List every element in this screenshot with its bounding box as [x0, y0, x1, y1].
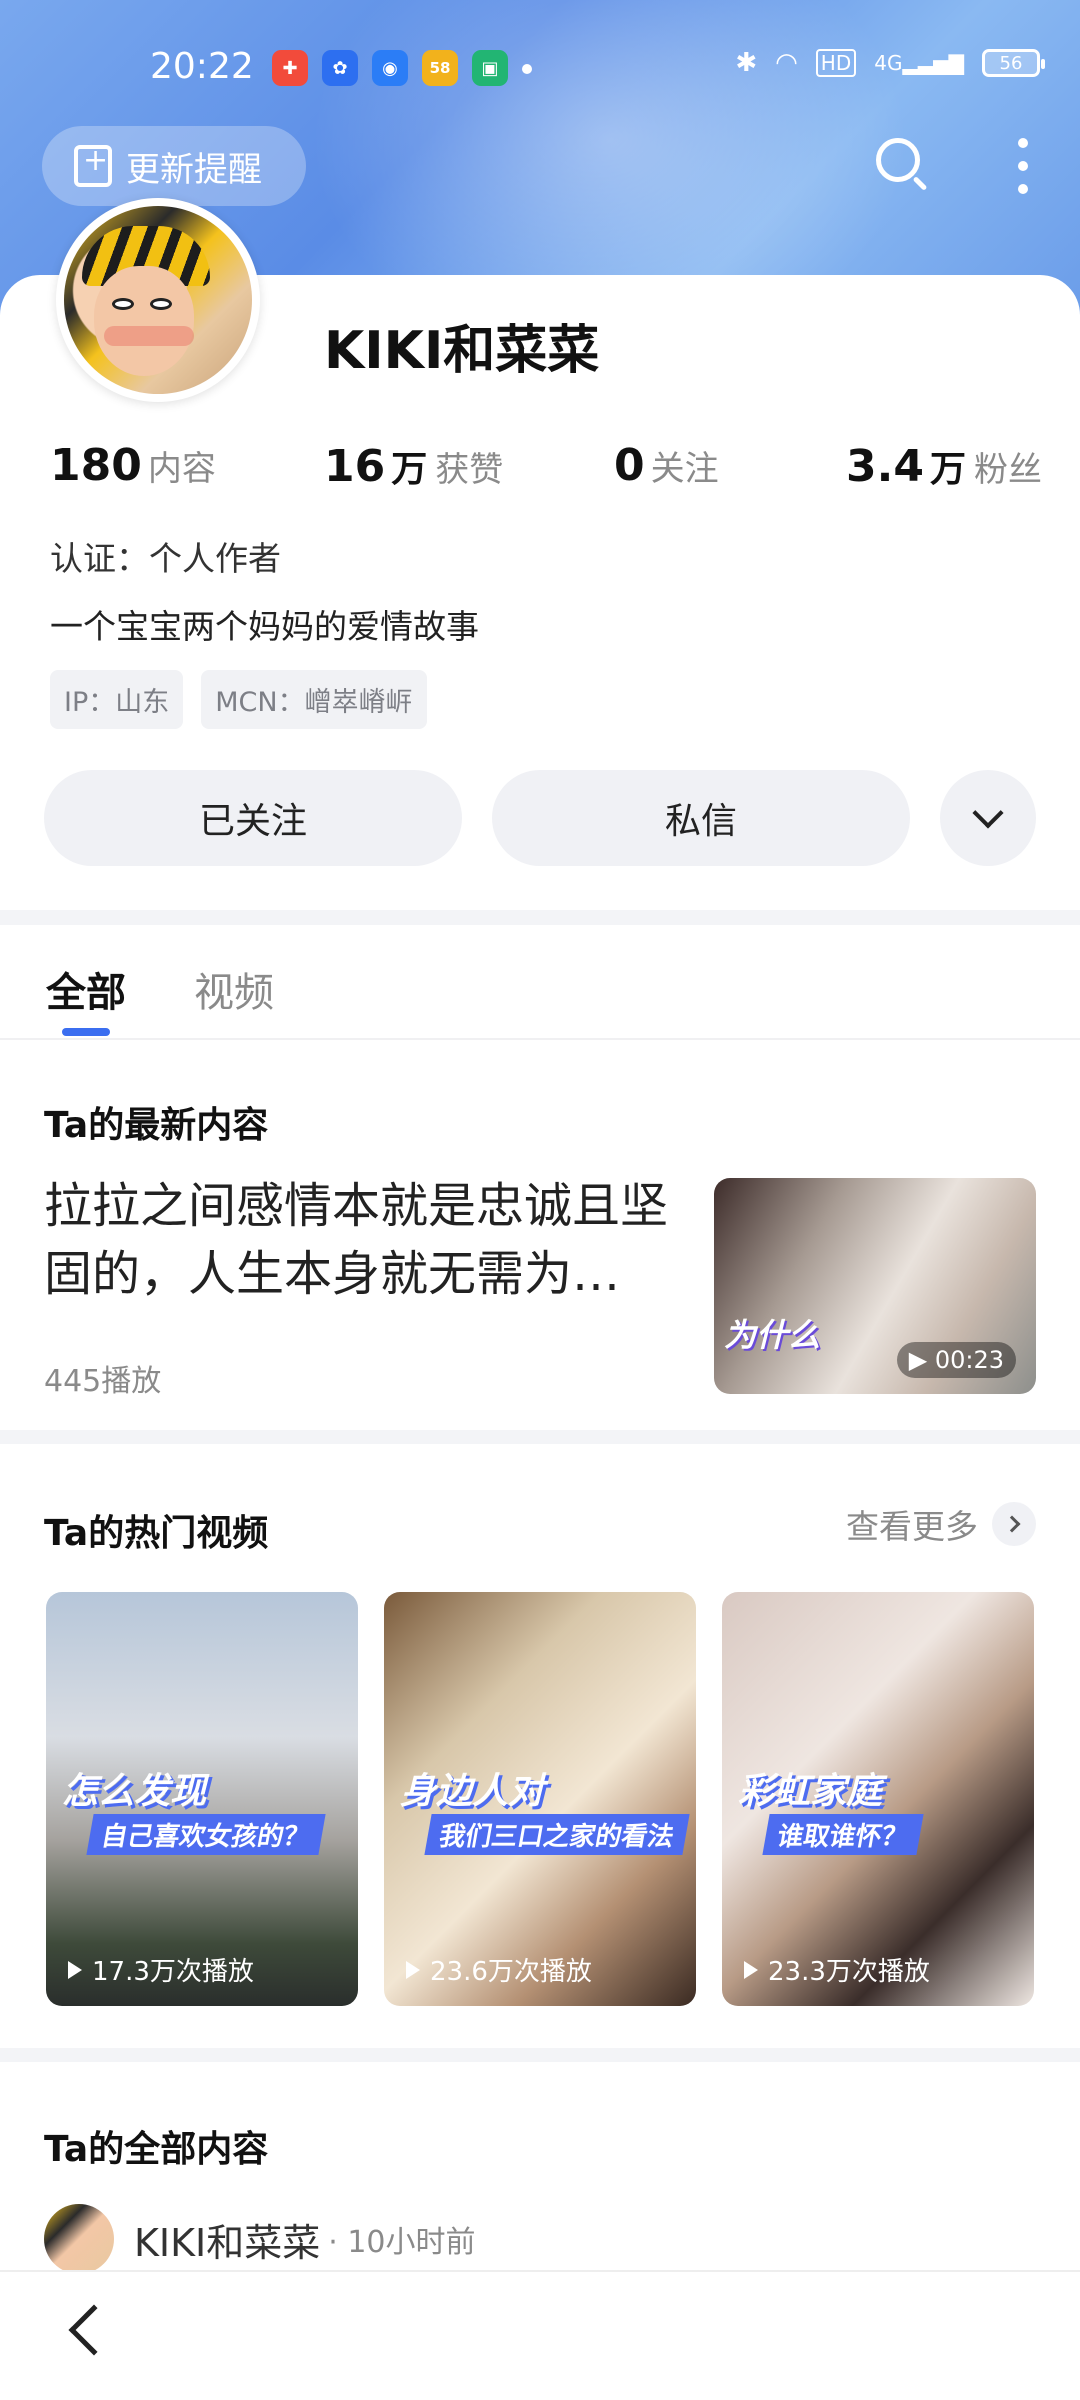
update-reminder-label: 更新提醒 [126, 149, 262, 190]
active-tab-indicator [62, 1028, 110, 1036]
chevron-down-icon [972, 797, 1004, 829]
app1-icon: ✚ [272, 50, 308, 86]
signal-icon: 4G▂▃▅▇ [874, 51, 964, 75]
app-green-icon: ▣ [472, 50, 508, 86]
latest-post-plays: 445播放 [44, 1364, 162, 1399]
all-content-title: Ta的全部内容 [44, 2129, 269, 2170]
status-time: 20:22 [150, 46, 254, 87]
video-caption-sub: 谁取谁怀？ [762, 1814, 924, 1855]
certification-text: 认证：个人作者 [50, 539, 281, 578]
baidu-icon: ✿ [322, 50, 358, 86]
thumb-caption: 为什么 [724, 1316, 821, 1354]
bottom-nav-bar [0, 2270, 1080, 2400]
video-duration: ▶ 00:23 [896, 1342, 1016, 1378]
post-time: · 10小时前 [328, 2225, 476, 2260]
bio-text: 一个宝宝两个妈妈的爱情故事 [50, 607, 479, 646]
play-icon [744, 1960, 758, 1979]
author-name[interactable]: KIKI和菜菜 [134, 2212, 320, 2267]
video-play-count: 23.3万次播放 [744, 1951, 930, 1988]
stat-following[interactable]: 0 关注 [614, 440, 719, 491]
hd-icon: HD [815, 49, 857, 77]
video-caption-main: 彩虹家庭 [738, 1771, 883, 1812]
play-icon [68, 1960, 82, 1979]
qq-browser-icon: ◉ [372, 50, 408, 86]
bluetooth-icon: ✱ [735, 48, 758, 78]
latest-video-thumbnail[interactable]: 为什么 ▶ 00:23 [714, 1178, 1036, 1394]
status-indicators: ✱ ◠ HD 4G▂▃▅▇ 56 [735, 48, 1045, 78]
video-caption-main: 身边人对 [400, 1771, 545, 1812]
profile-stats: 180 内容 16 万获赞 0 关注 3.4 万粉丝 [0, 440, 1080, 500]
expand-button[interactable] [940, 770, 1036, 866]
battery-icon: 56 [982, 49, 1045, 77]
chevron-right-icon [992, 1502, 1036, 1546]
message-button[interactable]: 私信 [492, 770, 910, 866]
video-caption-main: 怎么发现 [62, 1771, 207, 1812]
hot-video-card[interactable]: 怎么发现 自己喜欢女孩的？ 17.3万次播放 [46, 1592, 358, 2006]
section-separator [0, 1430, 1080, 1444]
section-separator [0, 2048, 1080, 2062]
bookmark-add-icon [74, 143, 112, 187]
tab-all[interactable]: 全部 [46, 960, 126, 1018]
profile-name: KIKI和菜菜 [324, 321, 600, 381]
see-more-link[interactable]: 查看更多 [846, 1500, 1036, 1548]
search-icon[interactable] [876, 138, 928, 191]
ip-tag: IP：山东 [50, 670, 184, 729]
wifi-icon: ◠ [775, 48, 798, 78]
stat-likes[interactable]: 16 万获赞 [324, 440, 503, 492]
author-avatar[interactable] [44, 2204, 114, 2274]
tab-divider [0, 1038, 1080, 1040]
video-caption-sub: 自己喜欢女孩的？ [86, 1814, 326, 1855]
latest-section-title: Ta的最新内容 [44, 1105, 269, 1146]
hot-video-card[interactable]: 彩虹家庭 谁取谁怀？ 23.3万次播放 [722, 1592, 1034, 2006]
more-notifications-dot [522, 64, 532, 74]
tab-video[interactable]: 视频 [194, 960, 274, 1018]
video-play-count: 23.6万次播放 [406, 1951, 592, 1988]
stat-content[interactable]: 180 内容 [50, 440, 216, 491]
stat-followers[interactable]: 3.4 万粉丝 [846, 440, 1042, 492]
mcn-tag: MCN：嶒崒嵴㟁 [201, 670, 427, 729]
profile-tags: IP：山东 MCN：嶒崒嵴㟁 [50, 670, 427, 729]
play-icon [406, 1960, 420, 1979]
status-bar: 20:22 ✚ ✿ ◉ 58 ▣ ✱ ◠ HD 4G▂▃▅▇ 56 [0, 0, 1080, 130]
back-icon[interactable] [68, 2304, 120, 2356]
video-play-count: 17.3万次播放 [68, 1951, 254, 1988]
more-vertical-icon[interactable] [1018, 138, 1028, 194]
video-caption-sub: 我们三口之家的看法 [424, 1814, 690, 1855]
post-author-row[interactable]: KIKI和菜菜 · 10小时前 [44, 2204, 476, 2274]
latest-post-text[interactable]: 拉拉之间感情本就是忠诚且坚固的，人生本身就无需为… [44, 1172, 704, 1308]
followed-button[interactable]: 已关注 [44, 770, 462, 866]
avatar[interactable] [56, 198, 260, 402]
hot-section-title: Ta的热门视频 [44, 1513, 269, 1554]
hot-video-card[interactable]: 身边人对 我们三口之家的看法 23.6万次播放 [384, 1592, 696, 2006]
app58-icon: 58 [422, 50, 458, 86]
notification-app-icons: ✚ ✿ ◉ 58 ▣ [272, 50, 532, 86]
update-reminder-button[interactable]: 更新提醒 [42, 126, 306, 206]
